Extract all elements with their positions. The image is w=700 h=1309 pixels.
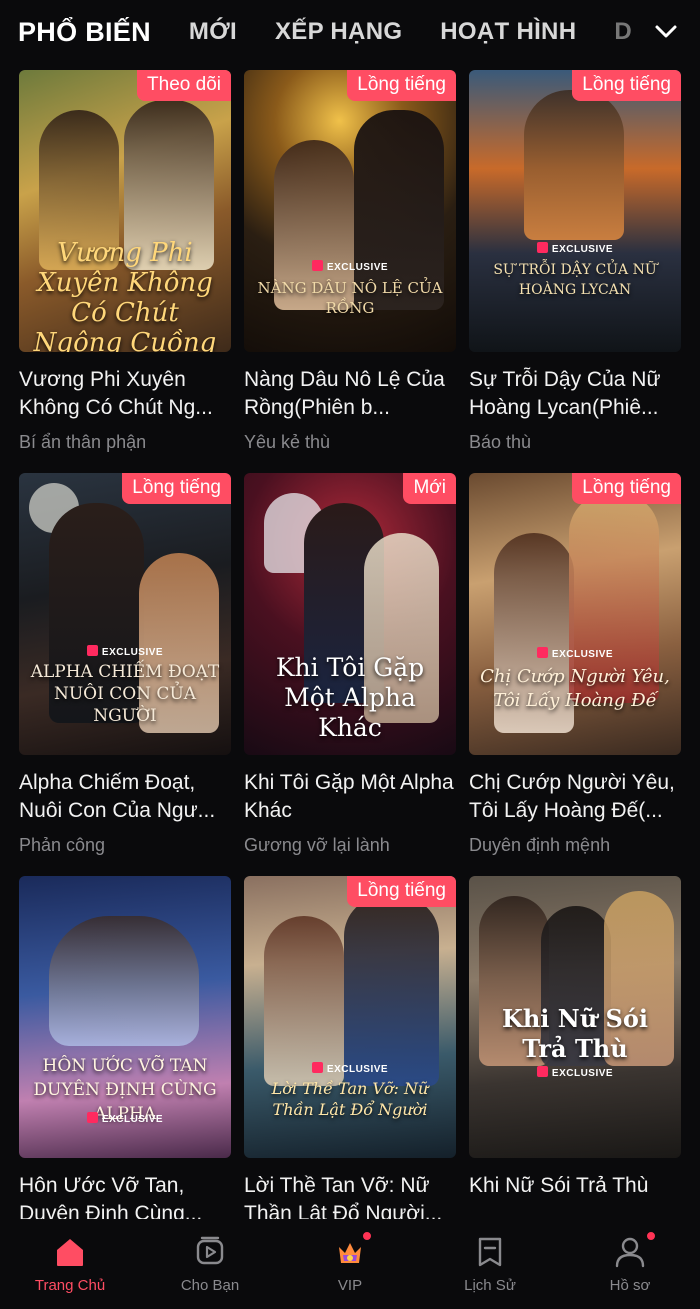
drama-cover[interactable]: EXCLUSIVE Lời Thề Tan Vỡ: Nữ Thần Lật Đổ… <box>244 876 456 1158</box>
chevron-down-icon[interactable] <box>652 18 680 46</box>
drama-card[interactable]: EXCLUSIVE SỰ TRỖI DẬY CỦA NỮ HOÀNG LYCAN… <box>469 70 681 453</box>
drama-cover[interactable]: EXCLUSIVE SỰ TRỖI DẬY CỦA NỮ HOÀNG LYCAN… <box>469 70 681 352</box>
exclusive-logo-icon <box>536 647 548 658</box>
exclusive-logo-icon <box>311 260 323 271</box>
exclusive-logo-icon <box>536 242 548 253</box>
drama-card[interactable]: EXCLUSIVE NÀNG DÂU NÔ LỆ CỦA RỒNG Lồng t… <box>244 70 456 453</box>
exclusive-logo-icon <box>86 1112 98 1123</box>
cover-title: ALPHA CHIẾM ĐOẠT NUÔI CON CỦA NGƯỜI <box>30 662 220 726</box>
genre-tag[interactable]: Yêu kẻ thù <box>244 432 456 453</box>
exclusive-logo-icon <box>311 1062 323 1073</box>
drama-cover[interactable]: EXCLUSIVE ALPHA CHIẾM ĐOẠT NUÔI CON CỦA … <box>19 473 231 755</box>
tab-more-truncated[interactable]: D <box>614 18 632 46</box>
exclusive-tag: EXCLUSIVE <box>469 1066 681 1079</box>
tab-new[interactable]: MỚI <box>189 18 237 46</box>
genre-tag[interactable]: Phản công <box>19 835 231 856</box>
status-badge: Theo dõi <box>137 70 231 101</box>
status-badge: Lồng tiếng <box>572 70 681 101</box>
nav-label: Hồ sơ <box>609 1277 651 1294</box>
cover-title: Vương Phi Xuyên Không Có Chút Ngông Cuồn… <box>33 238 217 352</box>
exclusive-label: EXCLUSIVE <box>326 262 389 273</box>
drama-title[interactable]: Chị Cướp Người Yêu, Tôi Lấy Hoàng Đế(... <box>469 769 681 825</box>
exclusive-label: EXCLUSIVE <box>101 1114 164 1125</box>
drama-card[interactable]: EXCLUSIVE Chị Cướp Người Yêu, Tôi Lấy Ho… <box>469 473 681 856</box>
cover-title: SỰ TRỖI DẬY CỦA NỮ HOÀNG LYCAN <box>493 262 657 298</box>
cover-title: Khi Tôi Gặp Một Alpha Khác <box>275 653 425 742</box>
drama-card[interactable]: Khi Nữ Sói Trả Thù EXCLUSIVE Khi Nữ Sói … <box>469 876 681 1200</box>
nav-item-profile[interactable]: Hồ sơ <box>560 1219 700 1309</box>
tab-popular[interactable]: PHỔ BIẾN <box>18 17 151 48</box>
category-tabs: PHỔ BIẾN MỚI XẾP HẠNG HOẠT HÌNH D <box>0 17 640 48</box>
drama-title[interactable]: Alpha Chiếm Đoạt, Nuôi Con Của Ngư... <box>19 769 231 825</box>
tab-animation[interactable]: HOẠT HÌNH <box>440 18 576 46</box>
top-category-bar: PHỔ BIẾN MỚI XẾP HẠNG HOẠT HÌNH D <box>0 0 700 64</box>
cover-title: Lời Thề Tan Vỡ: Nữ Thần Lật Đổ Người <box>271 1079 429 1119</box>
drama-card[interactable]: EXCLUSIVE Lời Thề Tan Vỡ: Nữ Thần Lật Đổ… <box>244 876 456 1228</box>
profile-icon <box>615 1237 645 1268</box>
exclusive-tag: EXCLUSIVE <box>244 1062 456 1075</box>
status-badge: Lồng tiếng <box>122 473 231 504</box>
drama-title[interactable]: Khi Nữ Sói Trả Thù <box>469 1172 681 1200</box>
exclusive-logo-icon <box>536 1066 548 1077</box>
exclusive-tag: EXCLUSIVE <box>244 260 456 273</box>
drama-title[interactable]: Sự Trỗi Dậy Của Nữ Hoàng Lycan(Phiê... <box>469 366 681 422</box>
genre-tag[interactable]: Báo thù <box>469 432 681 453</box>
exclusive-label: EXCLUSIVE <box>551 244 614 255</box>
exclusive-label: EXCLUSIVE <box>551 649 614 660</box>
notification-dot <box>362 1231 372 1241</box>
cover-title: NÀNG DÂU NÔ LỆ CỦA RỒNG <box>257 279 443 317</box>
genre-tag[interactable]: Bí ẩn thân phận <box>19 432 231 453</box>
exclusive-tag: EXCLUSIVE <box>469 242 681 255</box>
status-badge: Lồng tiếng <box>347 70 456 101</box>
status-badge: Mới <box>403 473 456 504</box>
nav-label: VIP <box>337 1277 363 1294</box>
drama-card[interactable]: EXCLUSIVE ALPHA CHIẾM ĐOẠT NUÔI CON CỦA … <box>19 473 231 856</box>
cover-title: Chị Cướp Người Yêu, Tôi Lấy Hoàng Đế <box>480 666 670 711</box>
bottom-nav-bar: Trang Chủ Cho Bạn VIP Lịch Sử Hồ sơ <box>0 1219 700 1309</box>
status-badge: Lồng tiếng <box>347 876 456 907</box>
exclusive-tag: EXCLUSIVE <box>469 647 681 660</box>
tab-ranking[interactable]: XẾP HẠNG <box>275 18 402 46</box>
drama-title[interactable]: Nàng Dâu Nô Lệ Của Rồng(Phiên b... <box>244 366 456 422</box>
drama-card[interactable]: Khi Tôi Gặp Một Alpha Khác Mới Khi Tôi G… <box>244 473 456 856</box>
drama-card[interactable]: HÔN ƯỚC VỠ TAN DUYÊN ĐỊNH CÙNG ALPHA EXC… <box>19 876 231 1228</box>
drama-cover[interactable]: EXCLUSIVE Chị Cướp Người Yêu, Tôi Lấy Ho… <box>469 473 681 755</box>
exclusive-label: EXCLUSIVE <box>551 1068 614 1079</box>
status-badge: Lồng tiếng <box>572 473 681 504</box>
nav-item-for-you[interactable]: Cho Bạn <box>140 1219 280 1309</box>
nav-item-home[interactable]: Trang Chủ <box>0 1219 140 1309</box>
genre-tag[interactable]: Gương vỡ lại lành <box>244 835 456 856</box>
drama-cover[interactable]: Vương Phi Xuyên Không Có Chút Ngông Cuồn… <box>19 70 231 352</box>
exclusive-tag: EXCLUSIVE <box>19 645 231 658</box>
exclusive-label: EXCLUSIVE <box>101 647 164 658</box>
nav-label: Lịch Sử <box>464 1277 516 1294</box>
drama-cover[interactable]: Khi Nữ Sói Trả Thù EXCLUSIVE <box>469 876 681 1158</box>
exclusive-label: EXCLUSIVE <box>326 1064 389 1075</box>
drama-title[interactable]: Khi Tôi Gặp Một Alpha Khác <box>244 769 456 825</box>
drama-card[interactable]: Vương Phi Xuyên Không Có Chút Ngông Cuồn… <box>19 70 231 453</box>
home-icon <box>57 1239 83 1266</box>
nav-item-history[interactable]: Lịch Sử <box>420 1219 560 1309</box>
nav-item-vip[interactable]: VIP <box>280 1219 420 1309</box>
drama-cover[interactable]: Khi Tôi Gặp Một Alpha Khác Mới <box>244 473 456 755</box>
nav-label: Trang Chủ <box>34 1277 106 1294</box>
drama-cover[interactable]: EXCLUSIVE NÀNG DÂU NÔ LỆ CỦA RỒNG Lồng t… <box>244 70 456 352</box>
drama-title[interactable]: Vương Phi Xuyên Không Có Chút Ng... <box>19 366 231 422</box>
nav-label: Cho Bạn <box>180 1277 240 1294</box>
exclusive-logo-icon <box>86 645 98 656</box>
exclusive-tag: EXCLUSIVE <box>19 1112 231 1125</box>
notification-dot <box>646 1231 656 1241</box>
cover-title: Khi Nữ Sói Trả Thù <box>502 1004 648 1063</box>
drama-cover[interactable]: HÔN ƯỚC VỠ TAN DUYÊN ĐỊNH CÙNG ALPHA EXC… <box>19 876 231 1158</box>
bookmark-icon <box>478 1237 502 1267</box>
genre-tag[interactable]: Duyên định mệnh <box>469 835 681 856</box>
play-stack-icon <box>196 1236 224 1265</box>
